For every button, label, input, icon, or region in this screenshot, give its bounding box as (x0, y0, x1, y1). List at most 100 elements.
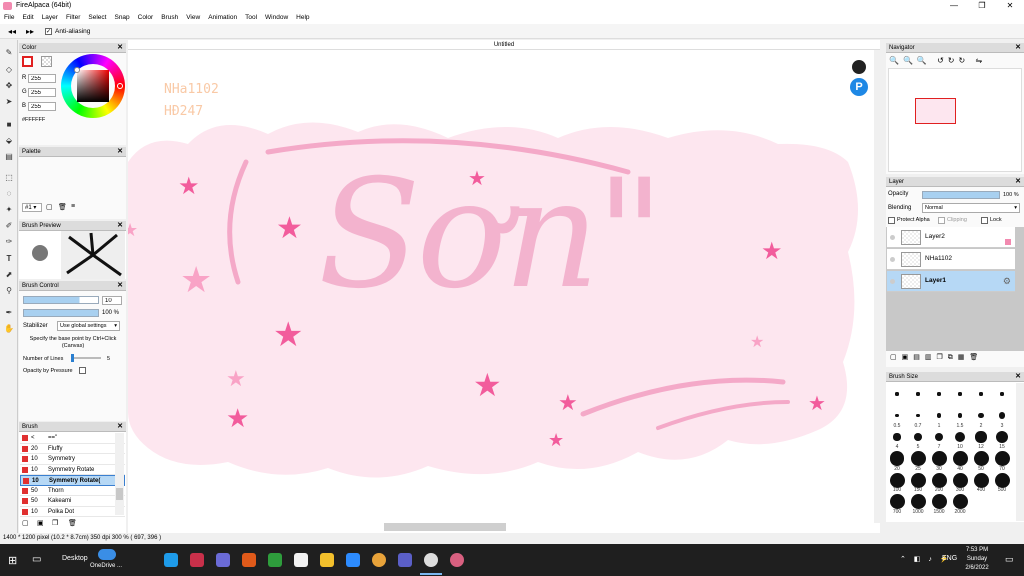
brush-size-option[interactable] (973, 472, 989, 488)
onedrive-icon[interactable] (98, 549, 116, 560)
brush-size-option[interactable] (910, 472, 926, 488)
clock[interactable]: 7:53 PM Sunday 2/6/2022 (962, 546, 992, 573)
menu-file[interactable]: File (0, 12, 18, 23)
menu-snap[interactable]: Snap (110, 12, 133, 23)
delete-brush-icon[interactable]: 🗑 (68, 519, 77, 527)
brush-size-option[interactable] (889, 451, 904, 466)
close-icon[interactable]: ✕ (1015, 372, 1021, 382)
menu-animation[interactable]: Animation (204, 12, 241, 23)
brush-size-input[interactable] (102, 296, 122, 305)
brush-item[interactable]: 50 Thorn (20, 485, 125, 496)
brush-size-option[interactable] (914, 433, 922, 441)
brush-size-option[interactable] (910, 451, 926, 466)
brush-size-option[interactable] (978, 412, 984, 419)
new-palette-icon[interactable]: ▢ (46, 203, 53, 211)
app-icon[interactable] (190, 553, 204, 567)
menu-view[interactable]: View (182, 12, 204, 23)
menu-select[interactable]: Select (84, 12, 110, 23)
g-input[interactable] (28, 88, 56, 97)
bucket-tool-icon[interactable]: ⬙ (4, 136, 14, 146)
windows-start-icon[interactable]: ⊞ (8, 554, 17, 567)
secondary-color-swatch[interactable] (41, 56, 52, 67)
brush-size-option[interactable] (1000, 392, 1004, 396)
brush-size-option[interactable] (910, 494, 926, 509)
close-icon[interactable]: ✕ (117, 281, 123, 291)
stabilizer-select[interactable]: Use global settings ▾ (57, 321, 120, 331)
brush-size-option[interactable] (916, 392, 920, 396)
file-explorer-icon[interactable] (320, 553, 334, 567)
fill-rect-icon[interactable]: ■ (4, 120, 14, 130)
navigator-viewport[interactable] (915, 98, 956, 124)
pen-tool-icon[interactable]: ✒ (4, 308, 14, 318)
layer-row-selected[interactable]: Layer1 ⚙ (887, 271, 1015, 292)
brush-size-option[interactable] (958, 392, 962, 396)
brush-item-selected[interactable]: 10 Symmetry Rotate( (20, 475, 125, 486)
brush-size-option[interactable] (979, 392, 983, 396)
layer-opacity-slider[interactable] (922, 191, 1000, 199)
zoom-icon[interactable] (346, 553, 360, 567)
hue-wheel[interactable] (61, 54, 125, 118)
move-tool-icon[interactable]: ✥ (4, 81, 14, 91)
brush-opacity-slider[interactable] (23, 309, 99, 317)
brush-size-scrollbar[interactable] (1016, 383, 1024, 521)
close-icon[interactable]: ✕ (117, 422, 123, 432)
lock-checkbox[interactable] (981, 217, 988, 224)
close-icon[interactable]: ✕ (117, 221, 123, 231)
operation-tool-icon[interactable]: ⬈ (4, 270, 14, 280)
brush-tool-icon[interactable]: ✎ (4, 48, 14, 58)
brush-size-option[interactable] (952, 472, 968, 488)
pressure-checkbox[interactable] (79, 367, 86, 374)
brush-size-option[interactable] (994, 451, 1010, 466)
navigator-tools[interactable]: 🔍🔍🔍 ↺↻↻ ⇋ (889, 56, 986, 65)
language-indicator[interactable]: ENG (942, 555, 957, 562)
brush-size-option[interactable] (889, 494, 905, 509)
document-tab[interactable]: Untitled (128, 40, 880, 50)
brush-list-scrollbar[interactable] (115, 433, 124, 515)
layer-row[interactable]: NHa1102 (887, 249, 1015, 270)
protect-alpha-checkbox[interactable] (888, 217, 895, 224)
brush-size-option[interactable] (998, 412, 1006, 419)
brush-size-option[interactable] (937, 392, 941, 396)
brush-size-slider[interactable] (23, 296, 99, 304)
teams-icon[interactable] (398, 553, 412, 567)
text-tool-icon[interactable]: T (4, 254, 14, 264)
app-icon[interactable] (294, 553, 308, 567)
blending-select[interactable]: Normal ▾ (922, 203, 1020, 213)
menu-window[interactable]: Window (261, 12, 292, 23)
r-input[interactable] (28, 74, 56, 83)
brush-size-option[interactable] (889, 472, 905, 488)
menu-tool[interactable]: Tool (241, 12, 261, 23)
brush-item[interactable]: 20 Fluffy (20, 443, 125, 454)
duplicate-brush-icon[interactable]: ❐ (52, 519, 58, 527)
brush-size-option[interactable] (952, 494, 968, 509)
close-icon[interactable]: ✕ (117, 147, 123, 157)
brush-size-option[interactable] (952, 451, 968, 466)
brush-size-option[interactable] (931, 451, 947, 466)
pen-icon[interactable]: P (850, 78, 868, 96)
navigator-preview[interactable] (888, 68, 1022, 172)
brush-size-option[interactable] (895, 413, 899, 418)
brush-size-option[interactable] (893, 433, 901, 441)
wifi-app-icon[interactable] (242, 553, 256, 567)
b-input[interactable] (28, 102, 56, 111)
close-button[interactable]: ✕ (996, 0, 1024, 12)
palette-select[interactable]: #1 ▾ (22, 203, 42, 212)
layer-actions[interactable]: ▢▣▤▥❐⧉▦🗑 (890, 353, 983, 362)
canvas-area[interactable]: ★ ★ ★ ★ ★ ★ ★ ★ ★ ★ ★ ★ ★ ★ Sơn" NHa1102… (128, 40, 880, 535)
app-icon[interactable] (216, 553, 230, 567)
brush-size-option[interactable] (973, 451, 989, 466)
visibility-icon[interactable] (890, 279, 895, 284)
close-icon[interactable]: ✕ (1015, 43, 1021, 53)
delete-palette-icon[interactable]: 🗑 (58, 203, 67, 211)
prev-frame-icon[interactable]: ◂◂ (8, 27, 16, 36)
eraser-tool-icon[interactable]: ◇ (4, 65, 14, 75)
minimize-button[interactable]: — (940, 0, 968, 12)
brush-size-option[interactable] (931, 494, 947, 509)
menu-filter[interactable]: Filter (62, 12, 84, 23)
brush-item[interactable]: 50 Kakeami (20, 496, 125, 507)
maximize-button[interactable]: ❐ (968, 0, 996, 12)
task-view-icon[interactable]: ▭ (32, 554, 41, 565)
primary-color-swatch[interactable] (22, 56, 33, 67)
select-eraser-icon[interactable]: ✑ (4, 237, 14, 247)
magic-wand-icon[interactable]: ✦ (4, 205, 14, 215)
